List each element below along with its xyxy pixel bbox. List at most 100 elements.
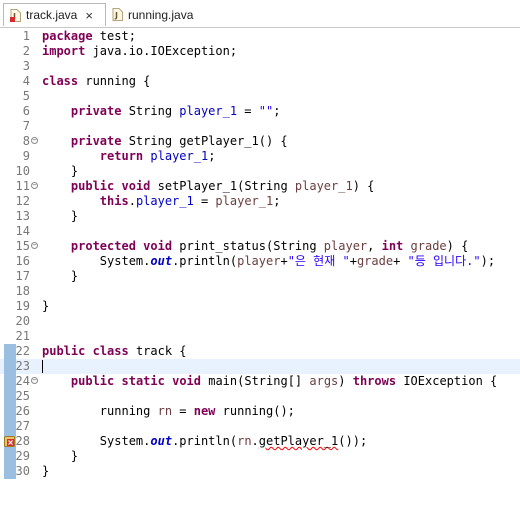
code-token: "은 현재 " — [287, 254, 350, 268]
tab-label: running.java — [128, 7, 194, 22]
code-line[interactable]: 29 } — [0, 449, 520, 464]
code-line[interactable]: 3 — [0, 59, 520, 74]
code-line[interactable]: 27 — [0, 419, 520, 434]
code-line[interactable]: 28 System.out.println(rn.getPlayer_1()); — [0, 434, 520, 449]
code-line[interactable]: 23 — [0, 359, 520, 374]
code-token: = — [193, 194, 216, 208]
fold-toggle-icon[interactable]: − — [31, 377, 38, 384]
code-line[interactable]: 20 — [0, 314, 520, 329]
code-line[interactable]: 7 — [0, 119, 520, 134]
text-caret — [42, 360, 43, 373]
code-line[interactable]: 6 private String player_1 = ""; — [0, 104, 520, 119]
code-line[interactable]: 21 — [0, 329, 520, 344]
code-token: throws — [352, 374, 397, 388]
code-token: setPlayer_1(String — [150, 179, 295, 193]
fold-toggle-icon[interactable]: − — [31, 137, 38, 144]
code-token: ; — [273, 194, 281, 208]
tab-running-java[interactable]: J running.java — [106, 3, 204, 26]
code-token: player_1 — [215, 194, 274, 208]
code-line[interactable]: 8− private String getPlayer_1() { — [0, 134, 520, 149]
code-line[interactable]: 4 class running { — [0, 74, 520, 89]
fold-toggle-icon[interactable]: − — [31, 242, 38, 249]
line-number: 16 — [15, 254, 30, 268]
line-number: 9 — [22, 149, 30, 163]
code-token: String — [121, 104, 180, 118]
code-token: .println( — [172, 434, 238, 448]
code-token: new — [193, 404, 216, 418]
line-code: } — [42, 449, 78, 464]
code-line[interactable]: 14 — [0, 224, 520, 239]
code-token: import — [42, 44, 86, 58]
code-token: player — [237, 254, 281, 268]
code-token: track { — [128, 344, 187, 358]
code-token: = — [237, 104, 259, 118]
code-line[interactable]: 24− public static void main(String[] arg… — [0, 374, 520, 389]
line-code: System.out.println(player+"은 현재 "+grade+… — [42, 254, 495, 269]
line-number: 1 — [22, 29, 30, 43]
line-code: private String player_1 = ""; — [42, 104, 281, 119]
code-line[interactable]: 11− public void setPlayer_1(String playe… — [0, 179, 520, 194]
code-line[interactable]: 12 this.player_1 = player_1; — [0, 194, 520, 209]
code-line[interactable]: 1 package test; — [0, 29, 520, 44]
code-token: getPlayer_1 — [258, 434, 339, 448]
line-number: 2 — [22, 44, 30, 58]
code-token: protected — [70, 239, 136, 253]
code-token: } — [42, 164, 79, 178]
code-token: public — [70, 374, 115, 388]
fold-toggle-icon[interactable]: − — [31, 182, 38, 189]
code-editor[interactable]: 1 package test; 2 import java.io.IOExceptio… — [0, 27, 520, 511]
code-line[interactable]: 2 import java.io.IOException; — [0, 44, 520, 59]
code-token: args — [309, 374, 339, 388]
code-token: running — [42, 404, 158, 418]
code-token: class — [42, 74, 79, 88]
line-code: } — [42, 464, 49, 479]
code-line[interactable]: 25 — [0, 389, 520, 404]
code-token: public — [42, 344, 86, 358]
code-token: static — [121, 374, 165, 388]
code-token: ) { — [352, 179, 375, 193]
code-token: player_1 — [150, 149, 209, 163]
code-token: void — [121, 179, 151, 193]
code-line[interactable]: 5 — [0, 89, 520, 104]
code-line[interactable]: 16 System.out.println(player+"은 현재 "+gra… — [0, 254, 520, 269]
code-line[interactable]: 10 } — [0, 164, 520, 179]
line-number: 26 — [15, 404, 30, 418]
line-number: 25 — [15, 389, 30, 403]
line-code: } — [42, 164, 78, 179]
code-line[interactable]: 17 } — [0, 269, 520, 284]
code-token: ); — [480, 254, 496, 268]
code-line[interactable]: 9 return player_1; — [0, 149, 520, 164]
code-line[interactable]: 30} — [0, 464, 520, 479]
line-number: 29 — [15, 449, 30, 463]
line-number: 8 — [22, 134, 30, 148]
code-token: } — [42, 269, 79, 283]
line-code: this.player_1 = player_1; — [42, 194, 281, 209]
line-number: 10 — [15, 164, 30, 178]
code-token: java.io.IOException; — [85, 44, 238, 58]
code-line[interactable]: 26 running rn = new running(); — [0, 404, 520, 419]
close-tab-icon[interactable]: × — [85, 8, 93, 23]
code-line[interactable]: 15− protected void print_status(String p… — [0, 239, 520, 254]
code-token: } — [42, 464, 50, 478]
code-line[interactable]: 13 } — [0, 209, 520, 224]
code-token: main(String[] — [201, 374, 310, 388]
code-line[interactable]: 22 public class track { — [0, 344, 520, 359]
code-token: + — [393, 254, 408, 268]
line-number: 7 — [22, 119, 30, 133]
code-token: grade — [410, 239, 447, 253]
line-number: 27 — [15, 419, 30, 433]
tab-track-java[interactable]: J track.java × — [3, 3, 106, 26]
line-code: } — [42, 299, 49, 314]
code-token: ; — [273, 104, 281, 118]
code-line[interactable]: 19} — [0, 299, 520, 314]
code-line[interactable]: 18 — [0, 284, 520, 299]
line-number: 23 — [15, 359, 30, 373]
line-code: public class track { — [42, 344, 187, 359]
editor-tab-bar: J track.java × J running.java — [0, 0, 520, 28]
code-token: } — [42, 209, 79, 223]
